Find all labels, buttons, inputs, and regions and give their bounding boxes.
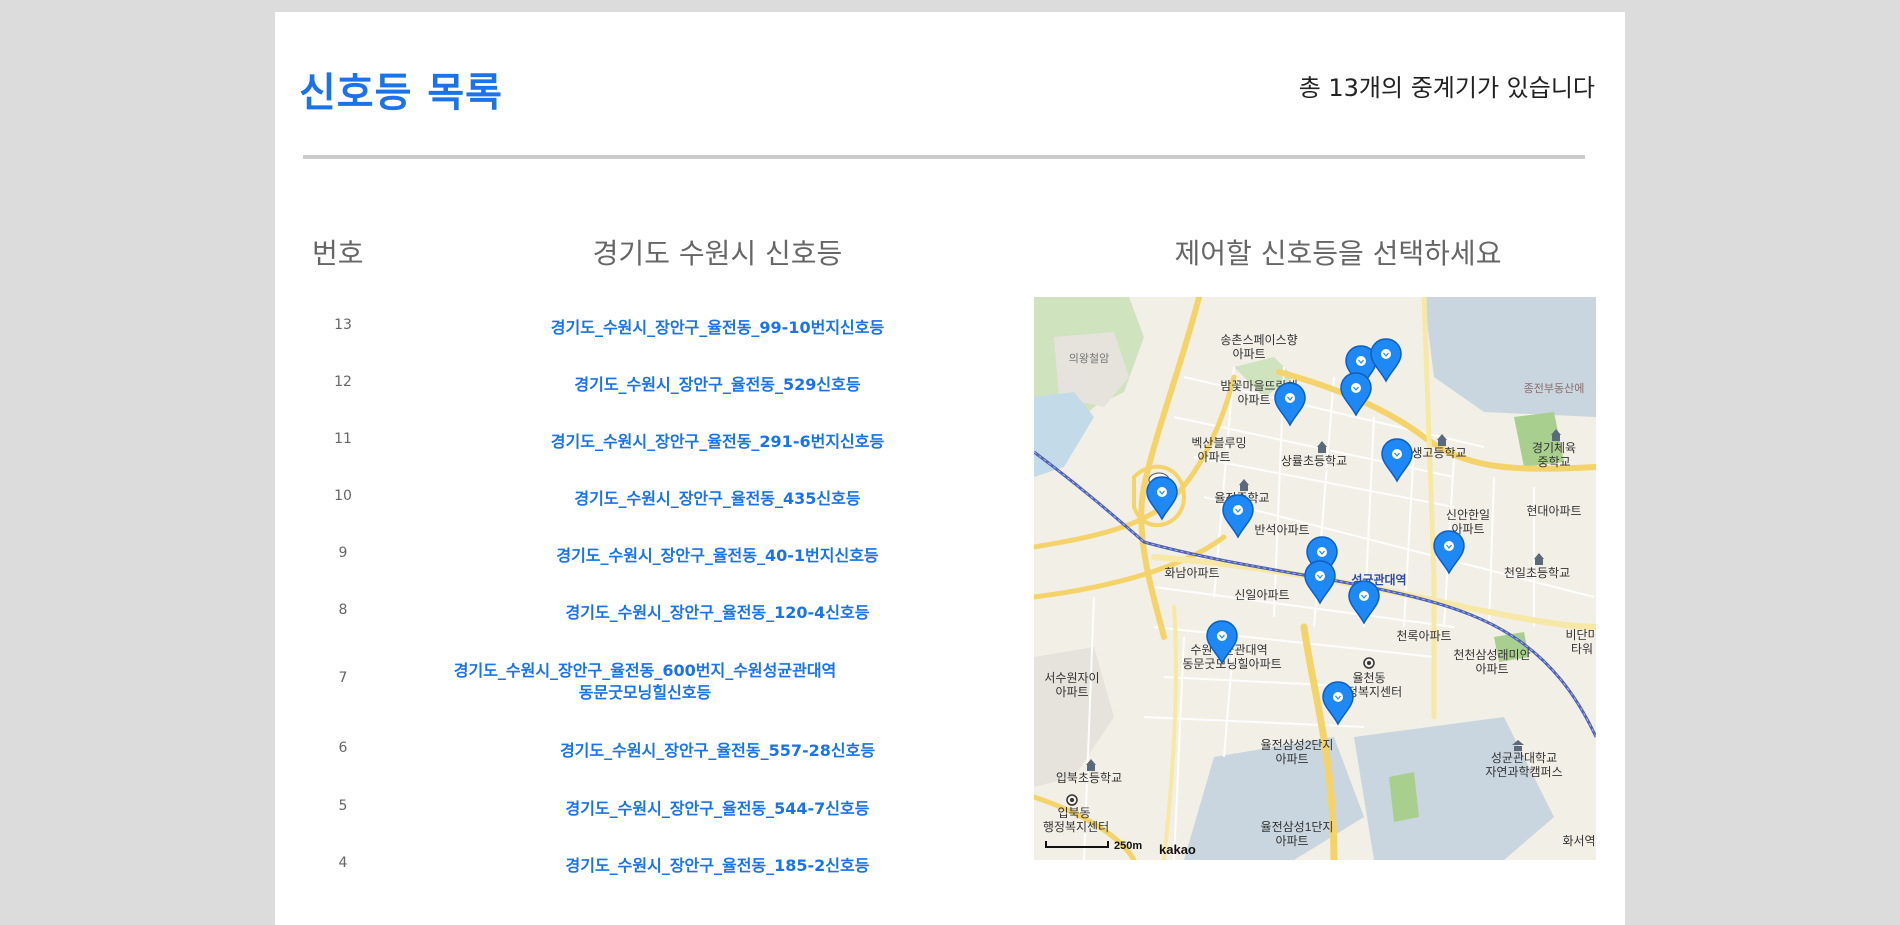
svg-text:천록아파트: 천록아파트 [1396,628,1451,643]
column-header-number: 번호 [312,237,364,270]
svg-text:천일초등학교: 천일초등학교 [1504,565,1570,580]
svg-text:자연과학캠퍼스: 자연과학캠퍼스 [1485,765,1562,779]
svg-text:타워: 타워 [1571,642,1593,656]
map-heading: 제어할 신호등을 선택하세요 [1174,237,1502,270]
page-title: 신호등 목록 [299,70,503,116]
svg-text:화남아파트: 화남아파트 [1164,566,1219,580]
svg-text:입북동: 입북동 [1057,806,1090,820]
row-number: 5 [338,798,348,814]
row-number: 6 [338,740,348,756]
svg-text:아파트: 아파트 [1275,752,1308,766]
svg-text:동문굿모닝힐아파트: 동문굿모닝힐아파트 [1182,657,1281,671]
svg-text:현대아파트: 현대아파트 [1526,504,1581,518]
svg-text:송촌스페이스향: 송촌스페이스향 [1220,333,1297,347]
svg-text:아파트: 아파트 [1475,662,1508,676]
svg-text:아파트: 아파트 [1232,347,1265,361]
content-card: 신호등 목록 총 13개의 중계기가 있습니다 번호 경기도 수원시 신호등 제… [275,12,1625,925]
svg-text:비단미: 비단미 [1565,628,1596,642]
row-number: 9 [338,545,348,561]
svg-text:중학교: 중학교 [1537,455,1570,469]
svg-text:경기체육: 경기체육 [1532,441,1576,455]
traffic-light-link[interactable]: 경기도_수원시_장안구_율전동_99-10번지신호등 [425,317,1010,339]
column-header-name: 경기도 수원시 신호등 [592,237,843,270]
traffic-light-link[interactable]: 경기도_수원시_장안구_율전동_435신호등 [425,488,1010,510]
traffic-light-link[interactable]: 경기도_수원시_장안구_율전동_529신호등 [425,374,1010,396]
svg-text:서수원자이: 서수원자이 [1044,671,1099,685]
svg-text:아파트: 아파트 [1237,393,1270,407]
svg-text:상률초등학교: 상률초등학교 [1281,454,1347,468]
row-number: 4 [338,855,348,871]
svg-text:성균관대학교: 성균관대학교 [1491,751,1557,765]
row-number: 10 [334,488,352,504]
row-number: 12 [334,374,352,390]
svg-text:아파트: 아파트 [1197,450,1230,464]
traffic-light-link[interactable]: 경기도_수원시_장안구_율전동_185-2신호등 [425,855,1010,877]
svg-text:종전부동산에: 종전부동산에 [1524,382,1585,395]
svg-text:입북초등학교: 입북초등학교 [1056,771,1122,785]
svg-text:천천삼성래미안: 천천삼성래미안 [1453,647,1530,662]
traffic-light-link[interactable]: 경기도_수원시_장안구_율전동_291-6번지신호등 [425,431,1010,453]
traffic-light-link[interactable]: 경기도_수원시_장안구_율전동_600번지_수원성균관대역동문굿모닝힐신호등 [450,660,840,704]
svg-text:율천동: 율천동 [1352,670,1385,685]
svg-text:반석아파트: 반석아파트 [1254,523,1309,537]
traffic-light-link[interactable]: 경기도_수원시_장안구_율전동_557-28신호등 [425,740,1010,762]
svg-text:벡산블루밍: 벡산블루밍 [1191,436,1246,450]
relay-count-text: 총 13개의 중계기가 있습니다 [1298,74,1595,102]
row-number: 7 [338,670,348,686]
traffic-light-link[interactable]: 경기도_수원시_장안구_율전동_544-7신호등 [425,798,1010,820]
row-number: 8 [338,602,348,618]
svg-text:아파트: 아파트 [1275,834,1308,848]
svg-text:율전삼성1단지: 율전삼성1단지 [1261,820,1334,834]
svg-text:신안한일: 신안한일 [1446,508,1490,522]
header-divider [303,155,1585,159]
traffic-light-link[interactable]: 경기도_수원시_장안구_율전동_120-4신호등 [425,602,1010,624]
row-number: 11 [334,431,352,447]
svg-text:율전삼성2단지: 율전삼성2단지 [1261,738,1334,752]
row-number: 13 [334,317,352,333]
svg-text:행정복지센터: 행정복지센터 [1043,819,1109,834]
map-canvas[interactable]: IC 송촌스페이스향 아파트 의왕철암 밤꽃마을뜨란채 아파트 종전부동산에 벡… [1034,297,1596,860]
map-view[interactable]: IC 송촌스페이스향 아파트 의왕철암 밤꽃마을뜨란채 아파트 종전부동산에 벡… [1034,297,1596,860]
svg-text:화서역: 화서역 [1562,834,1595,848]
svg-text:신일아파트: 신일아파트 [1234,588,1289,602]
svg-text:생고등학교: 생고등학교 [1411,446,1466,460]
svg-text:의왕철암: 의왕철암 [1069,352,1109,365]
traffic-light-link[interactable]: 경기도_수원시_장안구_율전동_40-1번지신호등 [425,545,1010,567]
svg-text:아파트: 아파트 [1055,685,1088,699]
kakao-logo: kakao [1159,842,1196,857]
svg-text:250m: 250m [1114,840,1142,852]
